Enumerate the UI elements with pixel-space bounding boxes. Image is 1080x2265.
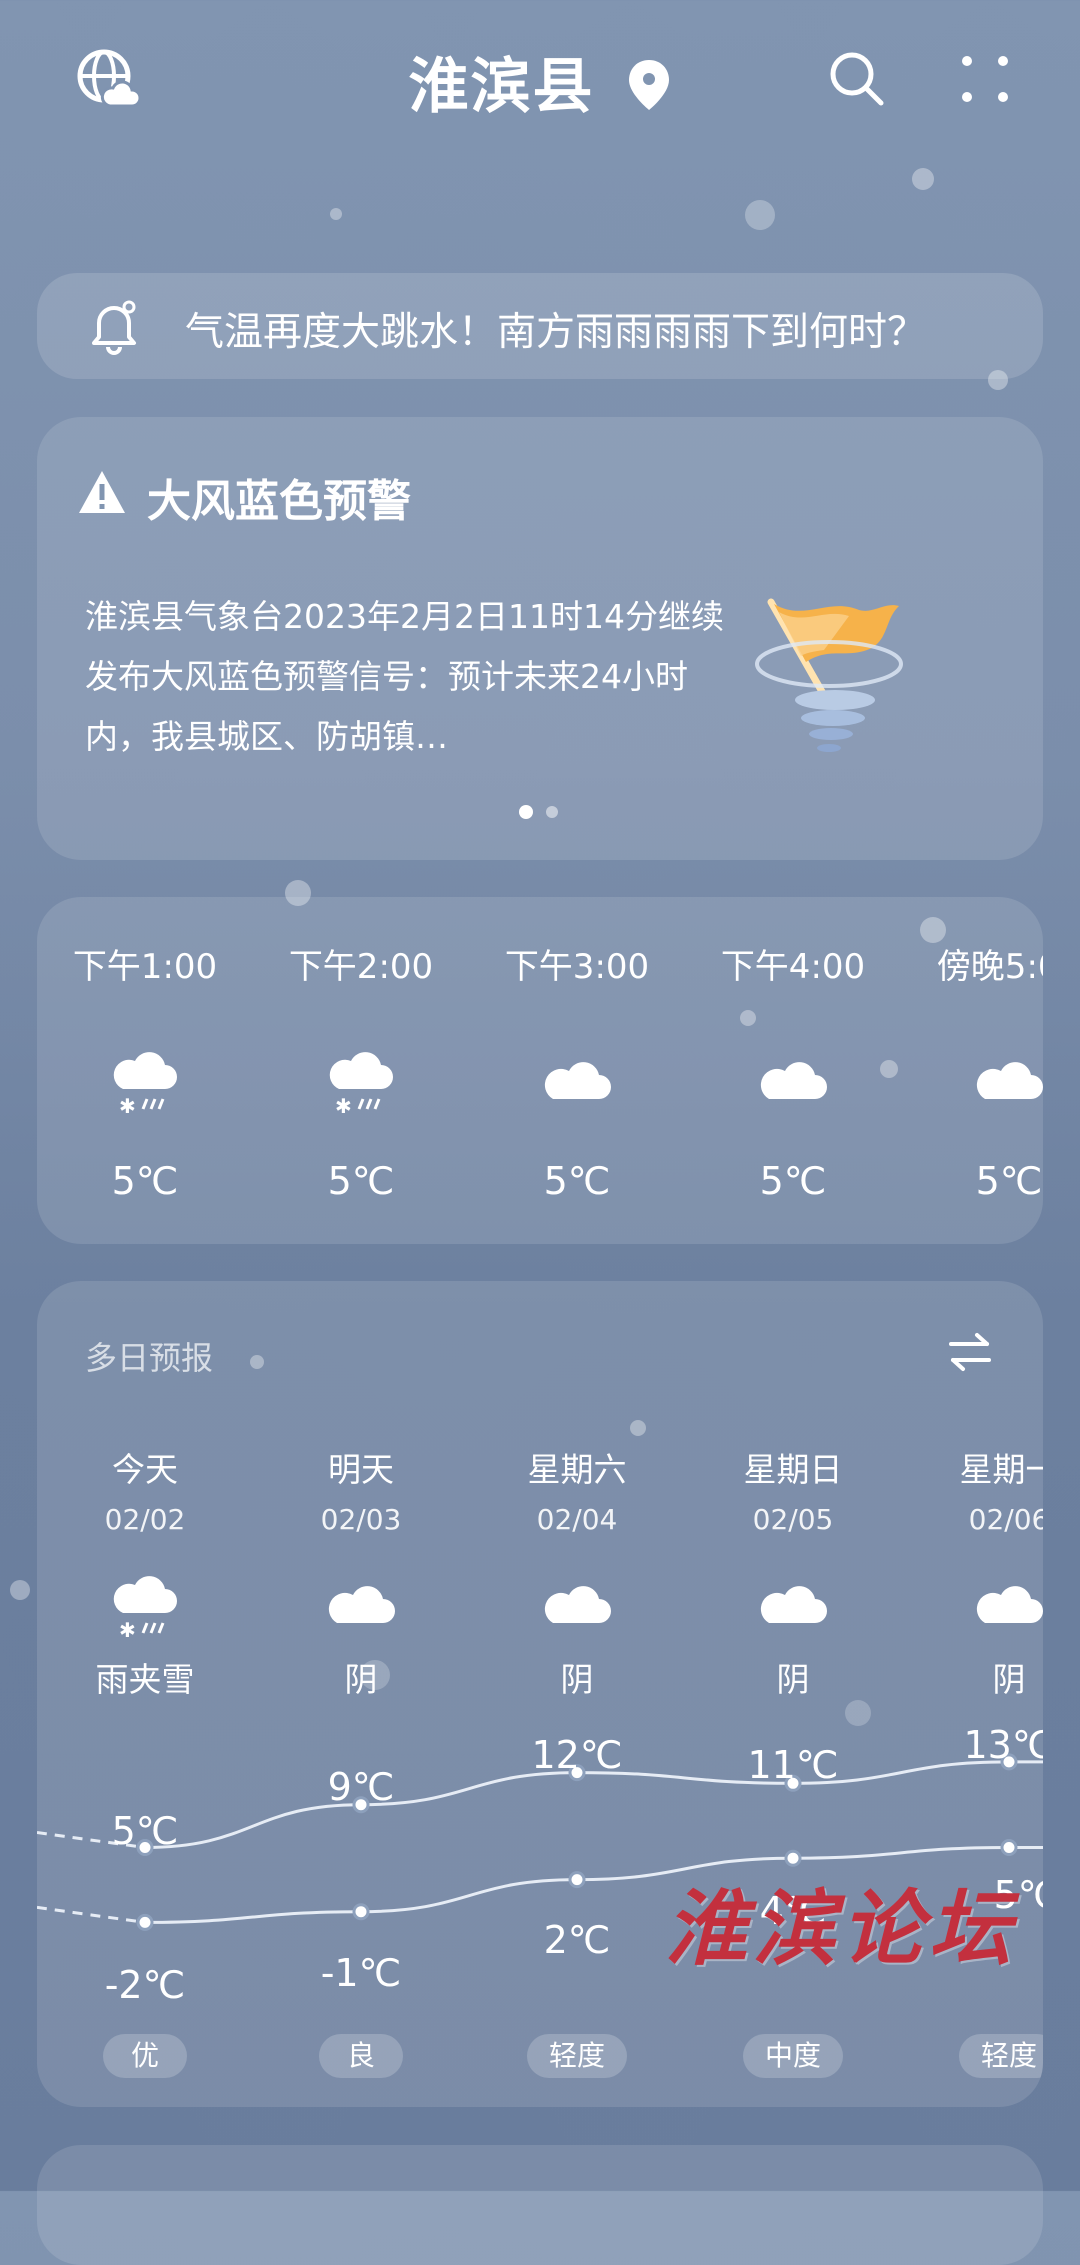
hourly-item: 下午3:00 5℃ [469,897,685,1244]
location-pin-icon [627,47,671,117]
hour-temp: 5℃ [327,1159,395,1203]
hourly-item: 下午2:00 ✱ 5℃ [253,897,469,1244]
high-temp: 12℃ [531,1733,623,1777]
top-bar: 淮滨县 [0,0,1080,160]
cloud-icon [757,1571,829,1643]
daily-forecast-card[interactable]: 多日预报 今天 02/02 ✱ 雨夹雪 优 明天 02/03 阴 良 星期六 0… [37,1281,1043,2107]
aqi-badge: 轻度 [527,2034,627,2078]
day-date: 02/05 [752,1503,834,1536]
aqi-badge: 优 [103,2034,187,2078]
low-temp: -1℃ [320,1951,402,1995]
day-condition: 阴 [560,1660,594,1699]
alert-body: 淮滨县气象台2023年2月2日11时14分继续发布大风蓝色预警信号：预计未来24… [85,597,724,756]
sleet-icon: ✱ [109,1571,181,1643]
svg-text:✱: ✱ [335,1094,352,1118]
day-condition: 雨夹雪 [95,1660,195,1699]
aqi-badge: 中度 [743,2034,843,2078]
alert-title: 大风蓝色预警 [147,476,411,527]
cloud-icon [325,1571,397,1643]
cloud-icon [541,1047,613,1119]
day-item[interactable]: 星期六 02/04 阴 轻度 [469,1281,685,2107]
hourly-item: 下午1:00 ✱ 5℃ [37,897,253,1244]
weather-alert-card[interactable]: 大风蓝色预警 淮滨县气象台2023年2月2日11时14分继续发布大风蓝色预警信号… [37,417,1043,860]
low-temp: 2℃ [543,1918,611,1962]
hour-time: 傍晚5:00 [936,947,1043,987]
day-item[interactable]: 星期日 02/05 阴 中度 [685,1281,901,2107]
news-headline: 气温再度大跳水！南方雨雨雨雨下到何时？ [185,310,927,355]
high-temp: 13℃ [963,1723,1043,1767]
hour-time: 下午1:00 [72,947,218,987]
cloud-icon [757,1047,829,1119]
cloud-icon [973,1571,1043,1643]
day-name: 星期六 [527,1450,627,1489]
hour-time: 下午2:00 [288,947,434,987]
hour-temp: 5℃ [975,1159,1043,1203]
page-dot [546,806,558,818]
hour-temp: 5℃ [111,1159,179,1203]
day-condition: 阴 [344,1660,378,1699]
day-name: 星期日 [743,1450,843,1489]
more-dots-icon[interactable] [948,42,1022,116]
cloud-icon [973,1047,1043,1119]
high-temp: 9℃ [327,1765,395,1809]
hour-time: 下午4:00 [720,947,866,987]
hourly-forecast-card[interactable]: 下午1:00 ✱ 5℃ 下午2:00 ✱ 5℃ 下午3:00 5℃ 下午4:00… [37,897,1043,1244]
day-name: 明天 [328,1450,394,1489]
day-item[interactable]: 星期一 02/06 阴 轻度 [901,1281,1043,2107]
bottom-card[interactable] [37,2145,1043,2265]
high-temp: 5℃ [111,1809,179,1853]
day-condition: 阴 [776,1660,810,1699]
day-condition: 阴 [992,1660,1026,1699]
cloud-icon [541,1571,613,1643]
day-name: 今天 [112,1450,178,1489]
low-temp: -2℃ [104,1963,186,2007]
day-date: 02/02 [104,1503,186,1536]
wind-flag-icon [749,592,929,762]
city-title[interactable]: 淮滨县 [0,38,1080,125]
search-icon[interactable] [820,42,894,116]
city-name: 淮滨县 [408,52,595,122]
news-banner[interactable]: 气温再度大跳水！南方雨雨雨雨下到何时？ [37,273,1043,379]
svg-text:✱: ✱ [119,1618,136,1642]
hour-temp: 5℃ [543,1159,611,1203]
page-dot-active [519,805,533,819]
sleet-icon: ✱ [325,1047,397,1119]
aqi-badge: 轻度 [959,2034,1043,2078]
day-name: 星期一 [959,1450,1044,1489]
warning-triangle-icon [77,469,127,515]
hour-time: 下午3:00 [504,947,650,987]
hourly-item: 下午4:00 5℃ [685,897,901,1244]
forum-watermark: 淮滨论坛 [665,1881,1017,1977]
day-date: 02/04 [536,1503,618,1536]
svg-text:✱: ✱ [119,1094,136,1118]
hour-temp: 5℃ [759,1159,827,1203]
hourly-item: 傍晚5:00 5℃ [901,897,1043,1244]
sleet-icon: ✱ [109,1047,181,1119]
day-date: 02/03 [320,1503,402,1536]
high-temp: 11℃ [747,1743,839,1787]
aqi-badge: 良 [319,2034,403,2078]
day-date: 02/06 [968,1503,1043,1536]
bell-icon [85,297,143,355]
